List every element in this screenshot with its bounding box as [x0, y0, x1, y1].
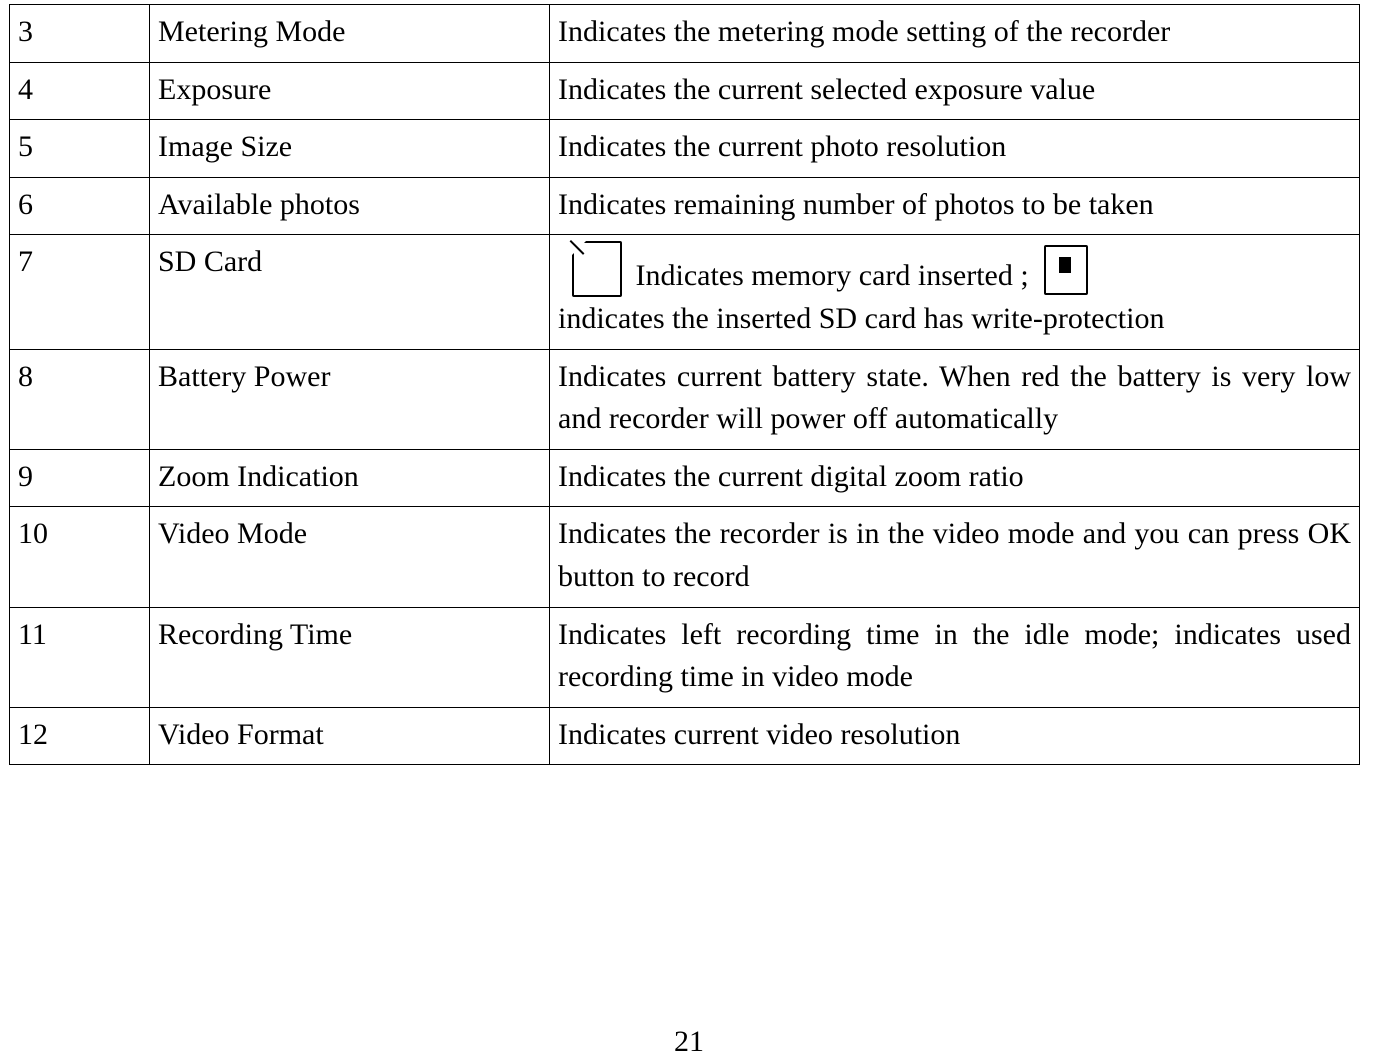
row-name: Video Mode: [149, 506, 550, 608]
table-row: 3 Metering Mode Indicates the metering m…: [9, 4, 1360, 63]
sd-card-write-protected-icon: [1044, 245, 1089, 296]
table-row: 6 Available photos Indicates remaining n…: [9, 176, 1360, 236]
row-name: Zoom Indication: [149, 448, 550, 508]
row-name: Video Format: [149, 706, 550, 766]
document-page: 3 Metering Mode Indicates the metering m…: [0, 4, 1378, 1063]
row-number: 10: [9, 506, 150, 608]
table-row: 5 Image Size Indicates the current photo…: [9, 119, 1360, 178]
table-row: 8 Battery Power Indicates current batter…: [9, 348, 1360, 450]
sd-card-text-2: indicates the inserted SD card has write…: [558, 301, 1165, 335]
row-description: Indicates the current selected exposure …: [549, 61, 1360, 121]
sd-card-text-1: Indicates memory card inserted ;: [635, 259, 1029, 293]
row-description: Indicates remaining number of photos to …: [549, 176, 1360, 236]
table-row: 10 Video Mode Indicates the recorder is …: [9, 506, 1360, 608]
row-number: 3: [9, 4, 150, 63]
row-description: Indicates current battery state. When re…: [549, 348, 1360, 450]
specification-table: 3 Metering Mode Indicates the metering m…: [9, 4, 1360, 766]
row-number: 4: [9, 61, 150, 121]
row-name: SD Card: [149, 234, 550, 350]
page-number: 21: [674, 1025, 704, 1058]
row-number: 9: [9, 448, 150, 508]
row-name: Exposure: [149, 61, 550, 121]
row-number: 8: [9, 348, 150, 450]
row-description: Indicates the current photo resolution: [549, 119, 1360, 178]
row-number: 12: [9, 706, 150, 766]
row-description: Indicates current video resolution: [549, 706, 1360, 766]
table-row: 4 Exposure Indicates the current selecte…: [9, 61, 1360, 121]
row-description: Indicates the metering mode setting of t…: [549, 4, 1360, 63]
row-number: 5: [9, 119, 150, 178]
row-number: 7: [9, 234, 150, 350]
row-description: Indicates the current digital zoom ratio: [549, 448, 1360, 508]
table-row: 12 Video Format Indicates current video …: [9, 706, 1360, 766]
table-row-sd-card: 7 SD Card Indicates memory card inserted…: [9, 234, 1360, 350]
sd-card-icon: [572, 241, 622, 298]
row-name: Available photos: [149, 176, 550, 236]
table-row: 9 Zoom Indication Indicates the current …: [9, 448, 1360, 508]
row-name: Recording Time: [149, 606, 550, 708]
row-number: 6: [9, 176, 150, 236]
row-name: Image Size: [149, 119, 550, 178]
row-description: Indicates left recording time in the idl…: [549, 606, 1360, 708]
row-description: Indicates the recorder is in the video m…: [549, 506, 1360, 608]
row-name: Battery Power: [149, 348, 550, 450]
table-row: 11 Recording Time Indicates left recordi…: [9, 606, 1360, 708]
row-number: 11: [9, 606, 150, 708]
row-name: Metering Mode: [149, 4, 550, 63]
row-description: Indicates memory card inserted ; indicat…: [549, 234, 1360, 350]
